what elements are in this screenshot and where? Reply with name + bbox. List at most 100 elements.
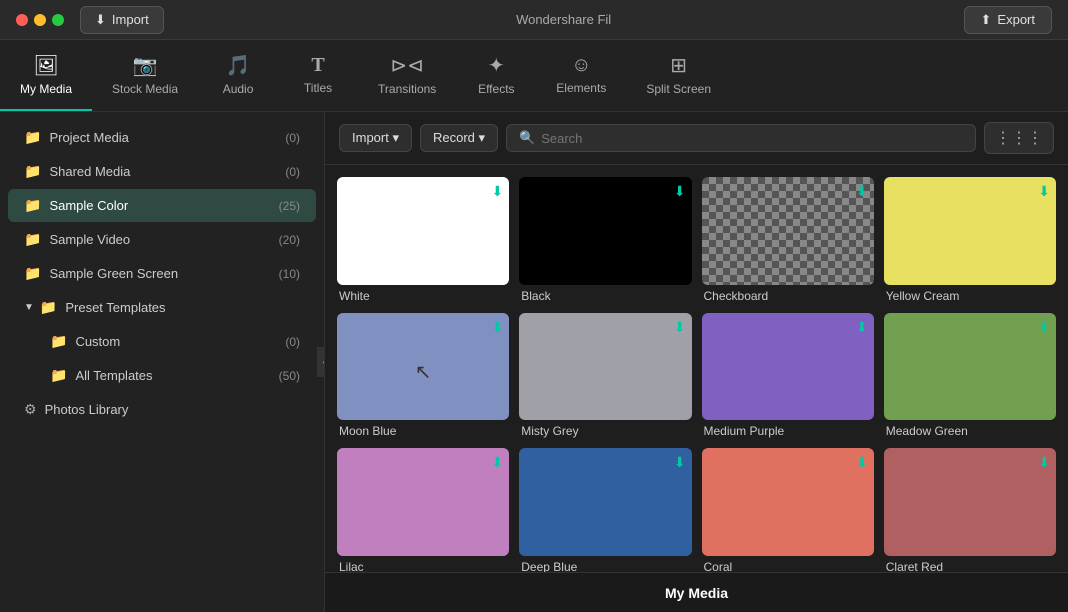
export-icon: ⬆ <box>981 12 992 28</box>
sidebar: 📁 Project Media (0) 📁 Shared Media (0) 📁… <box>0 112 325 612</box>
download-icon-claret-red[interactable]: ⬇ <box>1038 454 1050 471</box>
grid-toggle-button[interactable]: ⋮⋮⋮ <box>984 122 1054 154</box>
search-box[interactable]: 🔍 <box>506 124 976 152</box>
download-icon-meadow-green[interactable]: ⬇ <box>1038 319 1050 336</box>
titlebar-left: ⬇ Import <box>16 6 164 34</box>
app-title: Wondershare Fil <box>516 12 611 27</box>
project-media-label: Project Media <box>49 130 285 145</box>
titlebar: ⬇ Import Wondershare Fil ⬆ Export <box>0 0 1068 40</box>
sidebar-item-sample-color[interactable]: 📁 Sample Color (25) <box>8 189 316 222</box>
shared-media-count: (0) <box>285 165 300 179</box>
sidebar-item-sample-green-screen[interactable]: 📁 Sample Green Screen (10) <box>8 257 316 290</box>
media-label-claret-red: Claret Red <box>884 560 1056 572</box>
sample-green-screen-label: Sample Green Screen <box>49 266 278 281</box>
bottom-bar-label: My Media <box>665 585 728 601</box>
export-label: Export <box>997 12 1035 27</box>
tab-my-media[interactable]: 🖼 My Media <box>0 40 92 111</box>
tab-split-screen-label: Split Screen <box>646 82 711 96</box>
content-toolbar: Import ▾ Record ▾ 🔍 ⋮⋮⋮ <box>325 112 1068 165</box>
tab-my-media-label: My Media <box>20 82 72 96</box>
bottom-bar: My Media <box>325 572 1068 612</box>
sample-color-label: Sample Color <box>49 198 278 213</box>
media-item-coral[interactable]: ⬇Coral <box>702 448 874 572</box>
tab-titles[interactable]: T Titles <box>278 40 358 111</box>
media-item-lilac[interactable]: ⬇Lilac <box>337 448 509 572</box>
record-dropdown-button[interactable]: Record ▾ <box>420 124 498 152</box>
tab-effects[interactable]: ✦ Effects <box>456 40 536 111</box>
preset-templates-toggle[interactable]: ▼ 📁 Preset Templates <box>8 291 316 324</box>
folder-icon-preset: 📁 <box>40 299 57 316</box>
minimize-button[interactable] <box>34 14 46 26</box>
download-icon-lilac[interactable]: ⬇ <box>492 454 504 471</box>
media-item-misty-grey[interactable]: ⬇Misty Grey <box>519 313 691 439</box>
download-icon-deep-blue[interactable]: ⬇ <box>674 454 686 471</box>
download-icon-checkboard[interactable]: ⬇ <box>856 183 868 200</box>
photos-library-label: Photos Library <box>45 402 129 417</box>
media-label-yellow-cream: Yellow Cream <box>884 289 1056 303</box>
project-media-count: (0) <box>285 131 300 145</box>
sidebar-item-sample-video[interactable]: 📁 Sample Video (20) <box>8 223 316 256</box>
media-label-checkboard: Checkboard <box>702 289 874 303</box>
media-label-medium-purple: Medium Purple <box>702 424 874 438</box>
chevron-down-icon: ▼ <box>24 302 34 313</box>
import-icon: ⬇ <box>95 12 106 28</box>
content-area: Import ▾ Record ▾ 🔍 ⋮⋮⋮ ⬇ White ⬇ Black ⬇ Che… <box>325 112 1068 612</box>
download-icon-moon-blue[interactable]: ⬇ <box>492 319 504 336</box>
tab-elements-label: Elements <box>556 81 606 95</box>
titles-icon: T <box>311 54 324 77</box>
nav-tabs: 🖼 My Media 📷 Stock Media 🎵 Audio T Title… <box>0 40 1068 112</box>
main-layout: 📁 Project Media (0) 📁 Shared Media (0) 📁… <box>0 112 1068 612</box>
media-label-deep-blue: Deep Blue <box>519 560 691 572</box>
download-icon-yellow-cream[interactable]: ⬇ <box>1038 183 1050 200</box>
download-icon-coral[interactable]: ⬇ <box>856 454 868 471</box>
stock-media-icon: 📷 <box>133 53 158 78</box>
media-item-checkboard[interactable]: ⬇ Checkboard <box>702 177 874 303</box>
download-icon-black[interactable]: ⬇ <box>674 183 686 200</box>
media-item-white[interactable]: ⬇ White <box>337 177 509 303</box>
media-grid: ⬇ White ⬇ Black ⬇ Checkboard ⬇ Yellow Cream ⬇↖Mo… <box>325 165 1068 572</box>
elements-icon: ☺ <box>571 54 591 77</box>
media-item-moon-blue[interactable]: ⬇↖Moon Blue <box>337 313 509 439</box>
tab-transitions[interactable]: ⊳⊲ Transitions <box>358 40 456 111</box>
photos-library-icon: ⚙ <box>24 401 37 418</box>
split-screen-icon: ⊞ <box>670 53 687 78</box>
media-label-white: White <box>337 289 509 303</box>
import-dropdown-label: Import ▾ <box>352 130 399 146</box>
media-item-deep-blue[interactable]: ⬇ Deep Blue <box>519 448 691 572</box>
tab-audio[interactable]: 🎵 Audio <box>198 40 278 111</box>
sidebar-item-shared-media[interactable]: 📁 Shared Media (0) <box>8 155 316 188</box>
tab-audio-label: Audio <box>223 82 254 96</box>
folder-icon-shared: 📁 <box>24 163 41 180</box>
folder-icon-sample-video: 📁 <box>24 231 41 248</box>
sidebar-item-custom[interactable]: 📁 Custom (0) <box>8 325 316 358</box>
folder-icon-green-screen: 📁 <box>24 265 41 282</box>
sample-video-label: Sample Video <box>49 232 278 247</box>
search-icon: 🔍 <box>519 130 535 146</box>
tab-split-screen[interactable]: ⊞ Split Screen <box>626 40 731 111</box>
import-button[interactable]: ⬇ Import <box>80 6 164 34</box>
media-item-medium-purple[interactable]: ⬇ Medium Purple <box>702 313 874 439</box>
fullscreen-button[interactable] <box>52 14 64 26</box>
media-label-meadow-green: Meadow Green <box>884 424 1056 438</box>
folder-icon-custom: 📁 <box>50 333 67 350</box>
sidebar-item-all-templates[interactable]: 📁 All Templates (50) <box>8 359 316 392</box>
media-item-meadow-green[interactable]: ⬇ Meadow Green <box>884 313 1056 439</box>
close-button[interactable] <box>16 14 28 26</box>
media-item-claret-red[interactable]: ⬇ Claret Red <box>884 448 1056 572</box>
download-icon-white[interactable]: ⬇ <box>492 183 504 200</box>
tab-elements[interactable]: ☺ Elements <box>536 40 626 111</box>
media-item-yellow-cream[interactable]: ⬇ Yellow Cream <box>884 177 1056 303</box>
sidebar-item-project-media[interactable]: 📁 Project Media (0) <box>8 121 316 154</box>
search-input[interactable] <box>541 131 963 146</box>
export-button[interactable]: ⬆ Export <box>964 6 1052 34</box>
sample-video-count: (20) <box>279 233 300 247</box>
media-item-black[interactable]: ⬇ Black <box>519 177 691 303</box>
sidebar-collapse-handle[interactable]: ‹ <box>317 347 325 377</box>
media-label-moon-blue: Moon Blue <box>337 424 509 438</box>
media-label-black: Black <box>519 289 691 303</box>
tab-stock-media[interactable]: 📷 Stock Media <box>92 40 198 111</box>
download-icon-medium-purple[interactable]: ⬇ <box>856 319 868 336</box>
sidebar-item-photos-library[interactable]: ⚙ Photos Library <box>8 393 316 426</box>
download-icon-misty-grey[interactable]: ⬇ <box>674 319 686 336</box>
import-dropdown-button[interactable]: Import ▾ <box>339 124 412 152</box>
